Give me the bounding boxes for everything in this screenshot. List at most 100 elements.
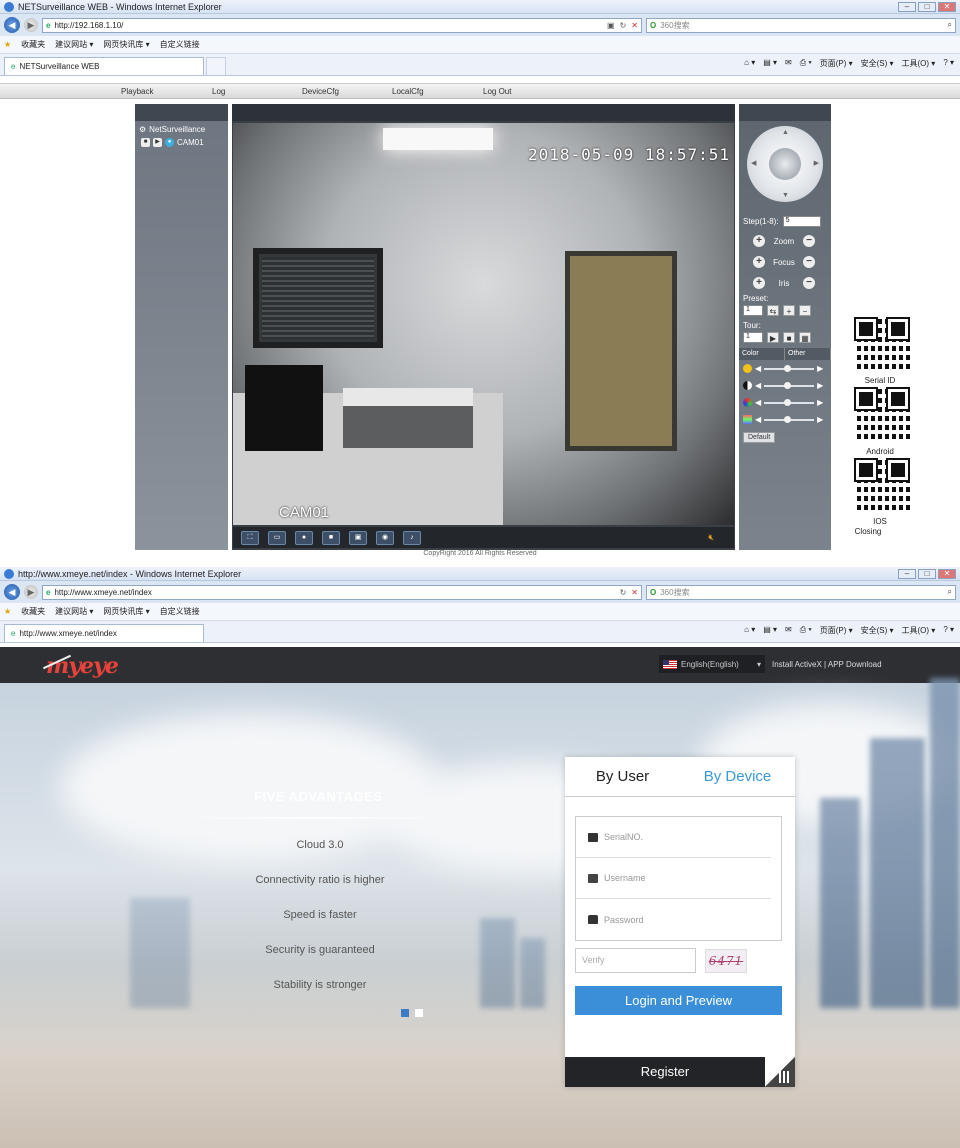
web-slice-gallery-link[interactable]: 网页快讯库 ▾ <box>103 606 149 617</box>
hue-track[interactable] <box>764 415 815 423</box>
minimize-button[interactable]: – <box>898 1 916 12</box>
tour-start-icon[interactable]: ▶ <box>767 332 779 343</box>
maximize-button[interactable]: □ <box>918 568 936 579</box>
back-icon[interactable]: ◀ <box>4 584 20 600</box>
favorites-button[interactable]: 收藏夹 <box>21 39 45 50</box>
saturation-track[interactable] <box>764 398 815 406</box>
web-slice-gallery-link[interactable]: 网页快讯库 ▾ <box>103 39 149 50</box>
stop-icon[interactable]: ✕ <box>631 21 638 30</box>
back-icon[interactable]: ◀ <box>4 17 20 33</box>
refresh-icon[interactable]: ↻ <box>620 588 627 597</box>
print-icon[interactable]: ⎙ ▾ <box>800 58 812 69</box>
password-field[interactable]: Password <box>576 899 771 940</box>
stop-record-icon[interactable]: ■ <box>322 530 340 545</box>
tab-netsurveillance[interactable]: e NETSurveillance WEB <box>4 57 204 75</box>
menu-logout[interactable]: Log Out <box>483 87 511 96</box>
help-menu[interactable]: ? ▾ <box>943 625 954 636</box>
fullscreen-icon[interactable]: ⛶ <box>241 530 259 545</box>
register-button[interactable]: Register <box>565 1057 765 1087</box>
contrast-slider[interactable]: ◀ ▶ <box>743 381 823 390</box>
tab-by-device[interactable]: By Device <box>680 768 795 785</box>
menu-localcfg[interactable]: LocalCfg <box>392 87 424 96</box>
focus-in-button[interactable]: + <box>753 256 765 268</box>
live-video[interactable]: 2018-05-09 18:57:51 CAM01 <box>233 123 734 525</box>
home-icon[interactable]: ⌂ ▾ <box>744 625 755 636</box>
tour-grid-icon[interactable]: ▦ <box>799 332 811 343</box>
forward-icon[interactable]: ▶ <box>24 18 38 32</box>
contrast-increase-icon[interactable]: ▶ <box>817 381 823 390</box>
serial-number-field[interactable]: SerialNO. <box>576 817 771 858</box>
closing-link[interactable]: Closing <box>838 527 898 536</box>
custom-links-link[interactable]: 自定义链接 <box>160 39 200 50</box>
brightness-track[interactable] <box>764 364 815 372</box>
login-and-preview-button[interactable]: Login and Preview <box>575 986 782 1015</box>
search-icon[interactable]: ⌕ <box>948 20 952 30</box>
preset-remove-icon[interactable]: − <box>799 305 811 316</box>
stop-icon[interactable]: ✕ <box>631 588 638 597</box>
tour-input[interactable]: 1 <box>743 332 763 343</box>
feeds-icon[interactable]: ▤ ▾ <box>763 625 777 636</box>
custom-links-link[interactable]: 自定义链接 <box>160 606 200 617</box>
search-icon[interactable]: ⌕ <box>948 587 952 597</box>
maximize-button[interactable]: □ <box>918 1 936 12</box>
window-mode-icon[interactable]: ▭ <box>268 530 286 545</box>
url-field[interactable]: e http://192.168.1.10/ ▣ ↻ ✕ <box>42 17 642 33</box>
minimize-button[interactable]: – <box>898 568 916 579</box>
safety-menu[interactable]: 安全(S) ▾ <box>861 58 894 69</box>
preset-input[interactable]: 1 <box>743 305 763 316</box>
menu-log[interactable]: Log <box>212 87 225 96</box>
close-button[interactable]: ✕ <box>938 568 956 579</box>
preset-goto-icon[interactable]: ⇆ <box>767 305 779 316</box>
saturation-decrease-icon[interactable]: ◀ <box>755 398 761 407</box>
suggested-sites-link[interactable]: 建议网站 ▾ <box>55 39 93 50</box>
saturation-increase-icon[interactable]: ▶ <box>817 398 823 407</box>
carousel-dot-1[interactable] <box>401 1009 409 1017</box>
tour-stop-icon[interactable]: ■ <box>783 332 795 343</box>
language-select[interactable]: English(English) ▾ <box>659 655 765 673</box>
carousel-dot-2[interactable] <box>415 1009 423 1017</box>
iris-open-button[interactable]: + <box>753 277 765 289</box>
mail-icon[interactable]: ✉ <box>785 625 792 636</box>
iris-close-button[interactable]: − <box>803 277 815 289</box>
feeds-icon[interactable]: ▤ ▾ <box>763 58 777 69</box>
brightness-slider[interactable]: ◀ ▶ <box>743 364 823 373</box>
brightness-increase-icon[interactable]: ▶ <box>817 364 823 373</box>
tab-other[interactable]: Other <box>785 348 831 360</box>
mail-icon[interactable]: ✉ <box>785 58 792 69</box>
close-button[interactable]: ✕ <box>938 1 956 12</box>
hue-decrease-icon[interactable]: ◀ <box>755 415 761 424</box>
play-stream-icon[interactable]: ▶ <box>153 138 162 147</box>
brightness-decrease-icon[interactable]: ◀ <box>755 364 761 373</box>
qr-code-corner-icon[interactable] <box>765 1057 795 1087</box>
header-links[interactable]: Install ActiveX | APP Download <box>772 660 882 669</box>
speaker-mute-icon[interactable]: 🔇︎ <box>708 531 714 545</box>
ptz-up-icon[interactable]: ▲ <box>782 129 789 136</box>
menu-devicecfg[interactable]: DeviceCfg <box>302 87 339 96</box>
audio-icon[interactable]: ♪ <box>403 530 421 545</box>
compat-icon[interactable]: ▣ <box>607 21 615 30</box>
tab-by-user[interactable]: By User <box>565 768 680 785</box>
ptz-down-icon[interactable]: ▼ <box>782 192 789 199</box>
url-field[interactable]: e http://www.xmeye.net/index ↻ ✕ <box>42 584 642 600</box>
captcha-image[interactable]: 6471 <box>705 949 747 973</box>
record-icon[interactable]: ● <box>295 530 313 545</box>
contrast-track[interactable] <box>764 381 815 389</box>
safety-menu[interactable]: 安全(S) ▾ <box>861 625 894 636</box>
preset-add-icon[interactable]: + <box>783 305 795 316</box>
page-menu[interactable]: 页面(P) ▾ <box>820 625 853 636</box>
zoom-out-button[interactable]: − <box>803 235 815 247</box>
hue-slider[interactable]: ◀ ▶ <box>743 415 823 424</box>
favorites-button[interactable]: 收藏夹 <box>21 606 45 617</box>
suggested-sites-link[interactable]: 建议网站 ▾ <box>55 606 93 617</box>
ptz-left-icon[interactable]: ◀ <box>751 159 756 167</box>
forward-icon[interactable]: ▶ <box>24 585 38 599</box>
tree-root[interactable]: ⚙ NetSurveillance <box>139 125 224 134</box>
stop-stream-icon[interactable]: ■ <box>141 138 150 147</box>
new-tab-button[interactable] <box>206 57 226 75</box>
home-icon[interactable]: ⌂ ▾ <box>744 58 755 69</box>
hue-increase-icon[interactable]: ▶ <box>817 415 823 424</box>
search-input[interactable]: O 360搜索 ⌕ <box>646 584 956 600</box>
print-icon[interactable]: ⎙ ▾ <box>800 625 812 636</box>
verify-input[interactable]: Verify <box>575 948 696 973</box>
focus-out-button[interactable]: − <box>803 256 815 268</box>
